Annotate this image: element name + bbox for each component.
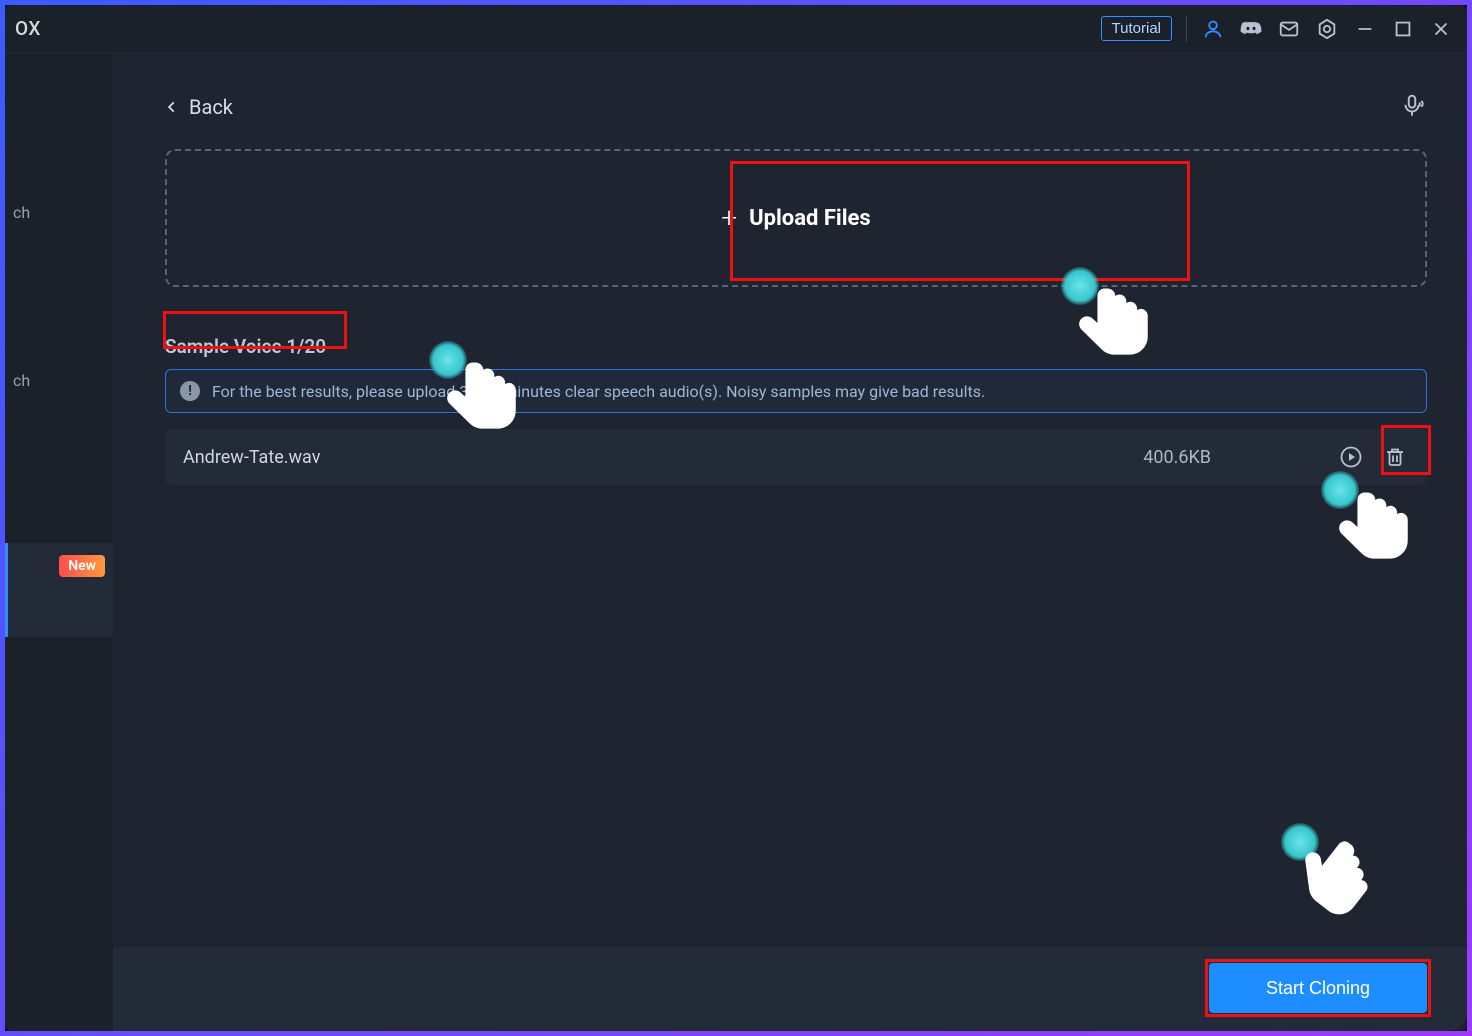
delete-button[interactable] [1381, 443, 1409, 471]
play-button[interactable] [1337, 443, 1365, 471]
new-badge: New [59, 555, 105, 577]
mail-icon[interactable] [1277, 17, 1301, 41]
info-text: For the best results, please upload 3 to… [212, 382, 985, 401]
start-cloning-button[interactable]: Start Cloning [1209, 963, 1427, 1013]
file-size: 400.6KB [1143, 447, 1211, 468]
back-label: Back [189, 95, 233, 119]
minimize-icon[interactable] [1353, 17, 1377, 41]
sample-voice-heading: Sample Voice 1/20 [165, 335, 326, 358]
separator [1186, 16, 1187, 42]
tutorial-button[interactable]: Tutorial [1101, 16, 1172, 41]
pointer-hand-delete [1321, 471, 1431, 581]
settings-icon[interactable] [1315, 17, 1339, 41]
account-icon[interactable] [1201, 17, 1225, 41]
microphone-icon[interactable] [1399, 93, 1427, 121]
titlebar-right: Tutorial [1101, 16, 1453, 42]
titlebar: OX Tutorial [5, 5, 1467, 53]
sidebar: ch ch New [5, 53, 113, 1031]
main-panel: Back + Upload Files Sample Voice 1/20 ! … [113, 53, 1467, 1031]
pointer-hand-start [1281, 823, 1391, 933]
app-title-fragment: OX [15, 17, 41, 40]
upload-files-text: Upload Files [749, 206, 871, 231]
file-name: Andrew-Tate.wav [183, 447, 1143, 468]
sidebar-label-fragment-2: ch [13, 371, 30, 390]
sample-file-row: Andrew-Tate.wav 400.6KB [165, 429, 1427, 485]
discord-icon[interactable] [1239, 17, 1263, 41]
maximize-icon[interactable] [1391, 17, 1415, 41]
sidebar-item-active[interactable]: New [5, 543, 113, 637]
header-row: Back [165, 93, 1427, 121]
close-icon[interactable] [1429, 17, 1453, 41]
sidebar-label-fragment-1: ch [13, 203, 30, 222]
upload-files-label: + Upload Files [721, 206, 870, 231]
app-frame: OX Tutorial [0, 0, 1472, 1036]
upload-files-dropzone[interactable]: + Upload Files [165, 149, 1427, 287]
info-icon: ! [180, 381, 200, 401]
info-banner: ! For the best results, please upload 3 … [165, 369, 1427, 413]
back-button[interactable]: Back [165, 95, 233, 119]
